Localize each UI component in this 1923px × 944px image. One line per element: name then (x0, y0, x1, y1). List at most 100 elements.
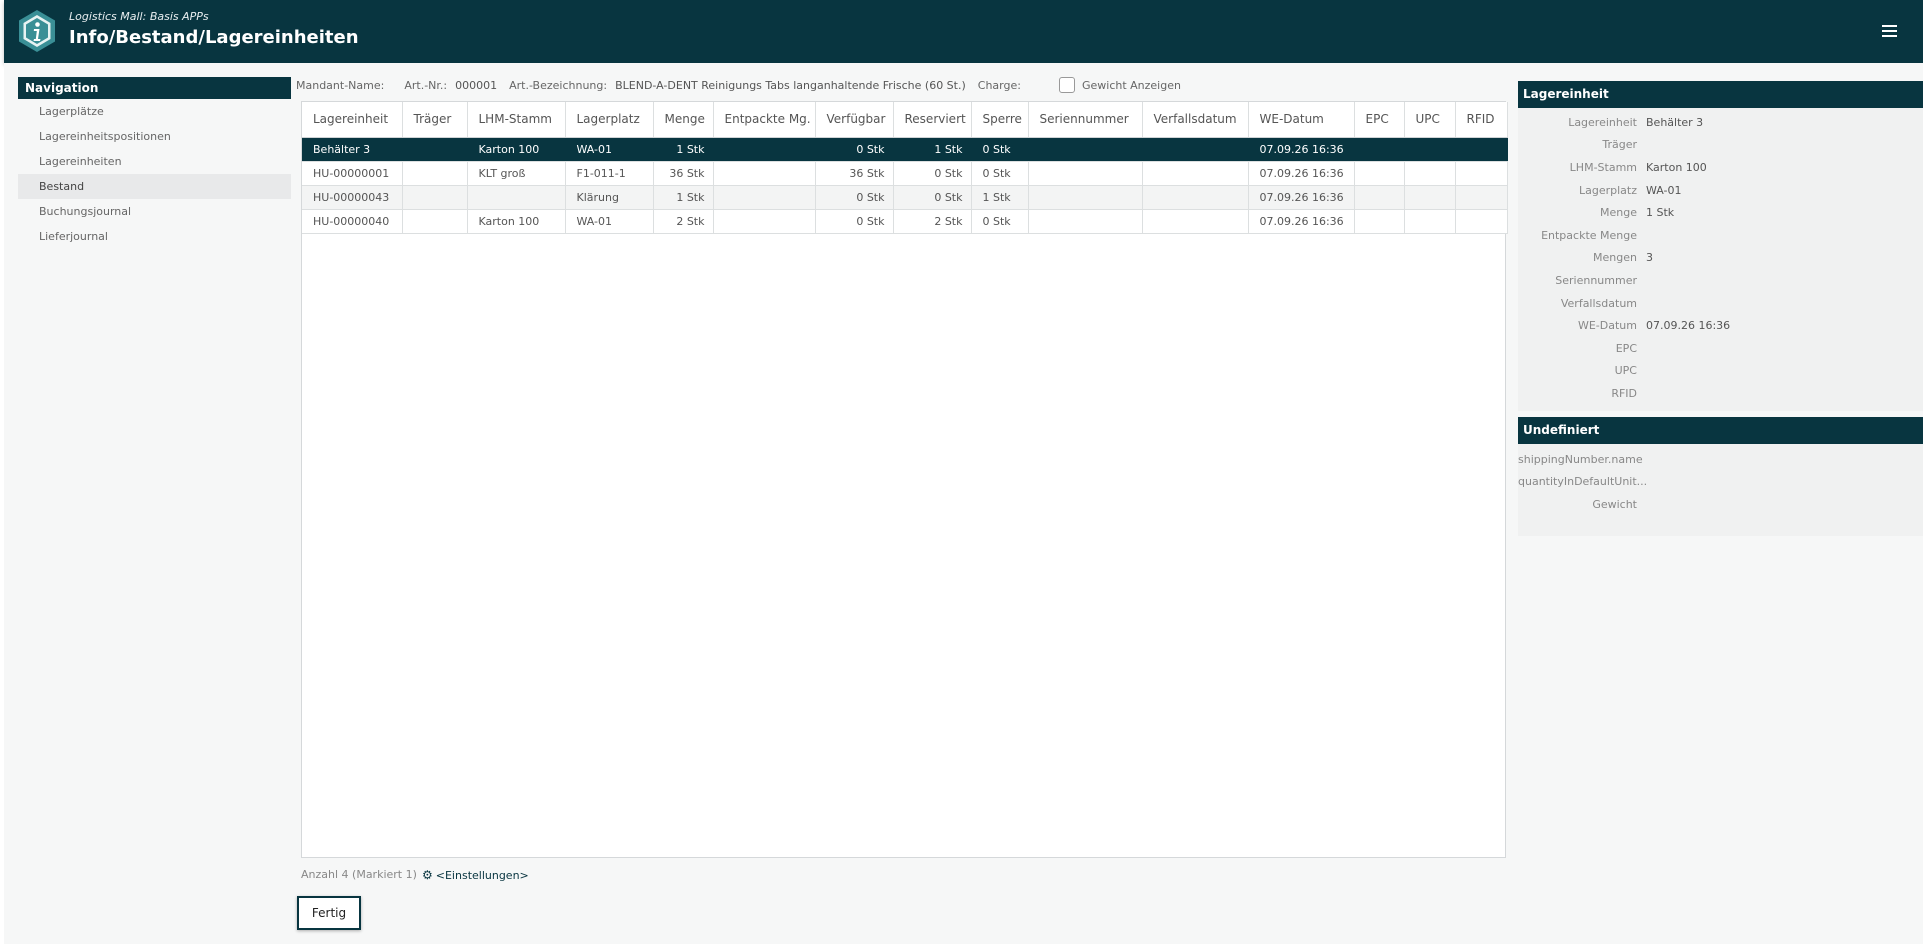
table-row[interactable]: HU-00000040 Karton 100 WA-01 2 Stk 0 Stk… (302, 209, 1508, 234)
column-header-traeger[interactable]: Träger (402, 102, 468, 138)
table-cell (713, 209, 816, 234)
table-cell: HU-00000043 (302, 185, 403, 210)
property-row: shippingNumber.name (1518, 448, 1923, 471)
nav-item-lagereinheitspositionen[interactable]: Lagereinheitspositionen (18, 124, 291, 149)
table-cell (1354, 185, 1405, 210)
app-subtitle: Logistics Mall: Basis APPs (69, 10, 209, 23)
hamburger-menu-icon[interactable] (1882, 25, 1897, 38)
property-key: Lagereinheit (1568, 115, 1637, 129)
property-key: Gewicht (1592, 497, 1637, 511)
table-cell: 0 Stk (971, 161, 1029, 186)
column-header-lagereinheit[interactable]: Lagereinheit (302, 102, 403, 138)
property-key: WE-Datum (1577, 319, 1637, 333)
property-row: Verfallsdatum (1518, 292, 1923, 315)
table-cell (1354, 161, 1405, 186)
property-row: quantityInDefaultUnit... (1518, 471, 1923, 494)
table-cell (1028, 209, 1143, 234)
table-cell: 1 Stk (893, 137, 972, 162)
table-cell (713, 185, 816, 210)
column-header-seriennummer[interactable]: Seriennummer (1028, 102, 1143, 138)
property-row: RFID (1518, 382, 1923, 405)
table-cell (1404, 185, 1456, 210)
table-cell: Karton 100 (467, 137, 566, 162)
table-cell (1404, 161, 1456, 186)
property-row: Entpackte Menge (1518, 224, 1923, 247)
table-cell: Behälter 3 (302, 137, 403, 162)
lagereinheit-panel-title: Lagereinheit (1518, 81, 1923, 108)
column-header-lhm-stamm[interactable]: LHM-Stamm (467, 102, 566, 138)
property-row: Gewicht (1518, 493, 1923, 516)
nav-item-bestand[interactable]: Bestand (18, 174, 291, 199)
table-cell (1455, 137, 1508, 162)
table-cell: 2 Stk (893, 209, 972, 234)
bezeichnung-value: BLEND-A-DENT Reinigungs Tabs langanhalte… (615, 78, 966, 92)
property-key: Menge (1600, 206, 1637, 220)
property-key: RFID (1611, 386, 1637, 400)
column-header-verfallsdatum[interactable]: Verfallsdatum (1142, 102, 1249, 138)
nav-item-buchungsjournal[interactable]: Buchungsjournal (18, 199, 291, 224)
table-cell: 07.09.26 16:36 (1248, 137, 1355, 162)
table-cell (1142, 161, 1249, 186)
column-header-verfuegbar[interactable]: Verfügbar (815, 102, 894, 138)
fertig-button[interactable]: Fertig (297, 896, 361, 930)
table-cell (713, 137, 816, 162)
table-cell (1028, 161, 1143, 186)
table-cell: 0 Stk (815, 185, 894, 210)
gear-icon: ⚙ (422, 868, 433, 882)
table-cell (467, 185, 566, 210)
property-value: WA-01 (1646, 183, 1682, 197)
table-row[interactable]: Behälter 3 Karton 100 WA-01 1 Stk 0 Stk … (302, 137, 1508, 162)
undefiniert-properties: shippingNumber.name quantityInDefaultUni… (1518, 444, 1923, 536)
column-header-lagerplatz[interactable]: Lagerplatz (565, 102, 654, 138)
column-header-rfid[interactable]: RFID (1455, 102, 1508, 138)
column-header-sperre[interactable]: Sperre (971, 102, 1029, 138)
page-title: Info/Bestand/Lagereinheiten (69, 27, 359, 48)
navigation-panel: Navigation Lagerplätze Lagereinheitsposi… (18, 77, 291, 249)
property-value: 3 (1646, 251, 1653, 265)
table-cell: 0 Stk (815, 137, 894, 162)
table-row[interactable]: HU-00000001 KLT groß F1-011-1 36 Stk 36 … (302, 161, 1508, 186)
artnr-value: 000001 (455, 78, 498, 92)
column-header-entpackte-mg[interactable]: Entpackte Mg. (713, 102, 816, 138)
property-row: UPC (1518, 360, 1923, 383)
property-row: Mengen 3 (1518, 247, 1923, 270)
property-key: Mengen (1593, 251, 1637, 265)
property-row: EPC (1518, 337, 1923, 360)
property-value: Karton 100 (1646, 160, 1707, 174)
table-cell (1354, 137, 1405, 162)
property-value: 1 Stk (1646, 206, 1675, 220)
property-key: Entpackte Menge (1541, 228, 1637, 242)
table-cell: Klärung (565, 185, 654, 210)
property-row: Lagerplatz WA-01 (1518, 179, 1923, 202)
table-cell (1404, 137, 1456, 162)
table-cell (402, 209, 468, 234)
table-cell: HU-00000040 (302, 209, 403, 234)
table-cell (1028, 185, 1143, 210)
column-header-reserviert[interactable]: Reserviert (893, 102, 972, 138)
settings-link[interactable]: ⚙ <Einstellungen> (422, 868, 529, 882)
table-cell (713, 161, 816, 186)
property-value: 07.09.26 16:36 (1646, 319, 1731, 333)
nav-item-lieferjournal[interactable]: Lieferjournal (18, 224, 291, 249)
gewicht-anzeigen-checkbox[interactable] (1058, 77, 1075, 93)
nav-item-lagereinheiten[interactable]: Lagereinheiten (18, 149, 291, 174)
gewicht-anzeigen-label[interactable]: Gewicht Anzeigen (1082, 79, 1181, 92)
table-cell (1142, 137, 1249, 162)
mandant-label: Mandant-Name: (296, 78, 385, 92)
table-cell (1142, 185, 1249, 210)
table-cell: 0 Stk (815, 209, 894, 234)
row-count-text: Anzahl 4 (Markiert 1) (301, 868, 417, 881)
table-cell (1028, 137, 1143, 162)
property-key: UPC (1614, 364, 1637, 378)
property-value: Behälter 3 (1646, 115, 1704, 129)
column-header-we-datum[interactable]: WE-Datum (1248, 102, 1355, 138)
column-header-upc[interactable]: UPC (1404, 102, 1456, 138)
table-cell (1455, 161, 1508, 186)
undefiniert-panel-title: Undefiniert (1518, 417, 1923, 444)
column-header-menge[interactable]: Menge (653, 102, 714, 138)
column-header-epc[interactable]: EPC (1354, 102, 1405, 138)
nav-item-lagerplaetze[interactable]: Lagerplätze (18, 99, 291, 124)
table-cell (1455, 209, 1508, 234)
table-row[interactable]: HU-00000043 Klärung 1 Stk 0 Stk 0 Stk 1 … (302, 185, 1508, 210)
table-cell: WA-01 (565, 137, 654, 162)
